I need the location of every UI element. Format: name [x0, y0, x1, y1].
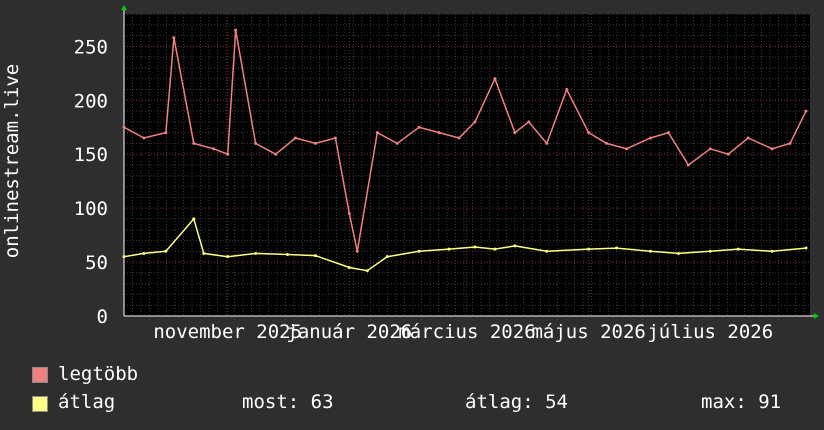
series-1-point — [347, 265, 351, 269]
legend-label-max: legtöbb — [58, 363, 139, 385]
series-1-point — [254, 251, 258, 255]
series-0-point — [666, 131, 670, 135]
series-0-point — [347, 212, 351, 216]
series-0-point — [226, 152, 230, 156]
series-1-point — [736, 247, 740, 251]
series-1-point — [587, 247, 591, 251]
series-1-point — [473, 245, 477, 249]
series-0-point — [274, 152, 278, 156]
series-1-point — [417, 249, 421, 253]
series-1-point — [770, 249, 774, 253]
series-1-point — [313, 254, 317, 258]
series-0-point — [726, 152, 730, 156]
series-0-point — [375, 131, 379, 135]
y-tick-label-0: 0 — [97, 306, 108, 328]
series-0-point — [294, 136, 297, 140]
y-tick-label-2: 100 — [74, 198, 108, 220]
series-0-point — [770, 147, 774, 151]
y-axis-arrow-icon — [121, 5, 127, 10]
series-0-point — [605, 141, 609, 145]
series-1-point — [676, 251, 680, 255]
series-1-point — [447, 247, 451, 251]
series-0-point — [234, 28, 238, 32]
series-0-point — [417, 125, 421, 129]
legend-label-avg: átlag — [58, 391, 116, 413]
stat-max: max: 91 — [701, 391, 782, 413]
legend-swatch-max — [32, 367, 48, 383]
x-tick-label-1: január 2026 — [286, 321, 412, 343]
x-tick-label-2: március 2026 — [398, 321, 535, 343]
series-0-point — [212, 147, 216, 151]
series-0-point — [625, 147, 629, 151]
series-0-point — [587, 131, 591, 135]
series-0-point — [493, 77, 497, 81]
series-1-point — [286, 253, 290, 257]
series-0-point — [437, 131, 441, 135]
series-0-point — [142, 136, 146, 140]
series-0-point — [473, 120, 477, 124]
series-1-point — [648, 249, 652, 253]
series-1-point — [192, 217, 196, 221]
series-0-point — [565, 88, 569, 91]
series-0-point — [746, 136, 750, 140]
series-0-point — [172, 36, 176, 40]
legend-swatch-avg — [32, 396, 48, 412]
series-0-point — [648, 136, 652, 140]
series-1-point — [365, 269, 369, 273]
series-0-point — [686, 163, 690, 167]
series-1-point — [385, 255, 389, 259]
series-0-point — [164, 131, 168, 135]
series-1-point — [122, 255, 126, 259]
series-0-point — [333, 136, 337, 140]
series-1-point — [202, 251, 206, 255]
series-1-point — [804, 246, 808, 250]
series-0-point — [804, 109, 808, 113]
stat-average: átlag: 54 — [465, 391, 568, 413]
series-0-point — [708, 147, 712, 151]
y-tick-label-5: 250 — [74, 36, 108, 58]
x-axis-arrow-icon — [814, 313, 819, 319]
series-0-point — [313, 141, 317, 145]
series-1-point — [493, 247, 497, 251]
series-1-point — [615, 246, 619, 250]
x-tick-label-0: november 2025 — [153, 321, 302, 343]
stat-current: most: 63 — [242, 391, 334, 413]
series-1-point — [513, 244, 517, 248]
series-1-point — [164, 249, 168, 253]
series-0-point — [527, 120, 531, 124]
series-0-point — [788, 141, 792, 145]
series-0-point — [457, 136, 461, 140]
series-0-point — [513, 131, 517, 135]
series-0-point — [192, 141, 196, 145]
y-tick-label-4: 200 — [74, 90, 108, 112]
series-1-point — [142, 251, 146, 255]
series-1-point — [226, 255, 230, 259]
series-0-point — [254, 141, 258, 145]
y-axis-label: onlinestream.live — [1, 63, 23, 259]
y-tick-label-3: 150 — [74, 144, 108, 166]
series-0-point — [355, 249, 359, 253]
series-0-point — [395, 141, 399, 145]
x-tick-label-3: május 2026 — [531, 321, 645, 343]
series-1-point — [545, 249, 549, 253]
series-1-point — [708, 249, 712, 253]
x-tick-label-4: július 2026 — [647, 321, 773, 343]
series-0-point — [545, 141, 549, 145]
series-0-point — [122, 125, 126, 129]
y-tick-label-1: 50 — [85, 252, 108, 274]
